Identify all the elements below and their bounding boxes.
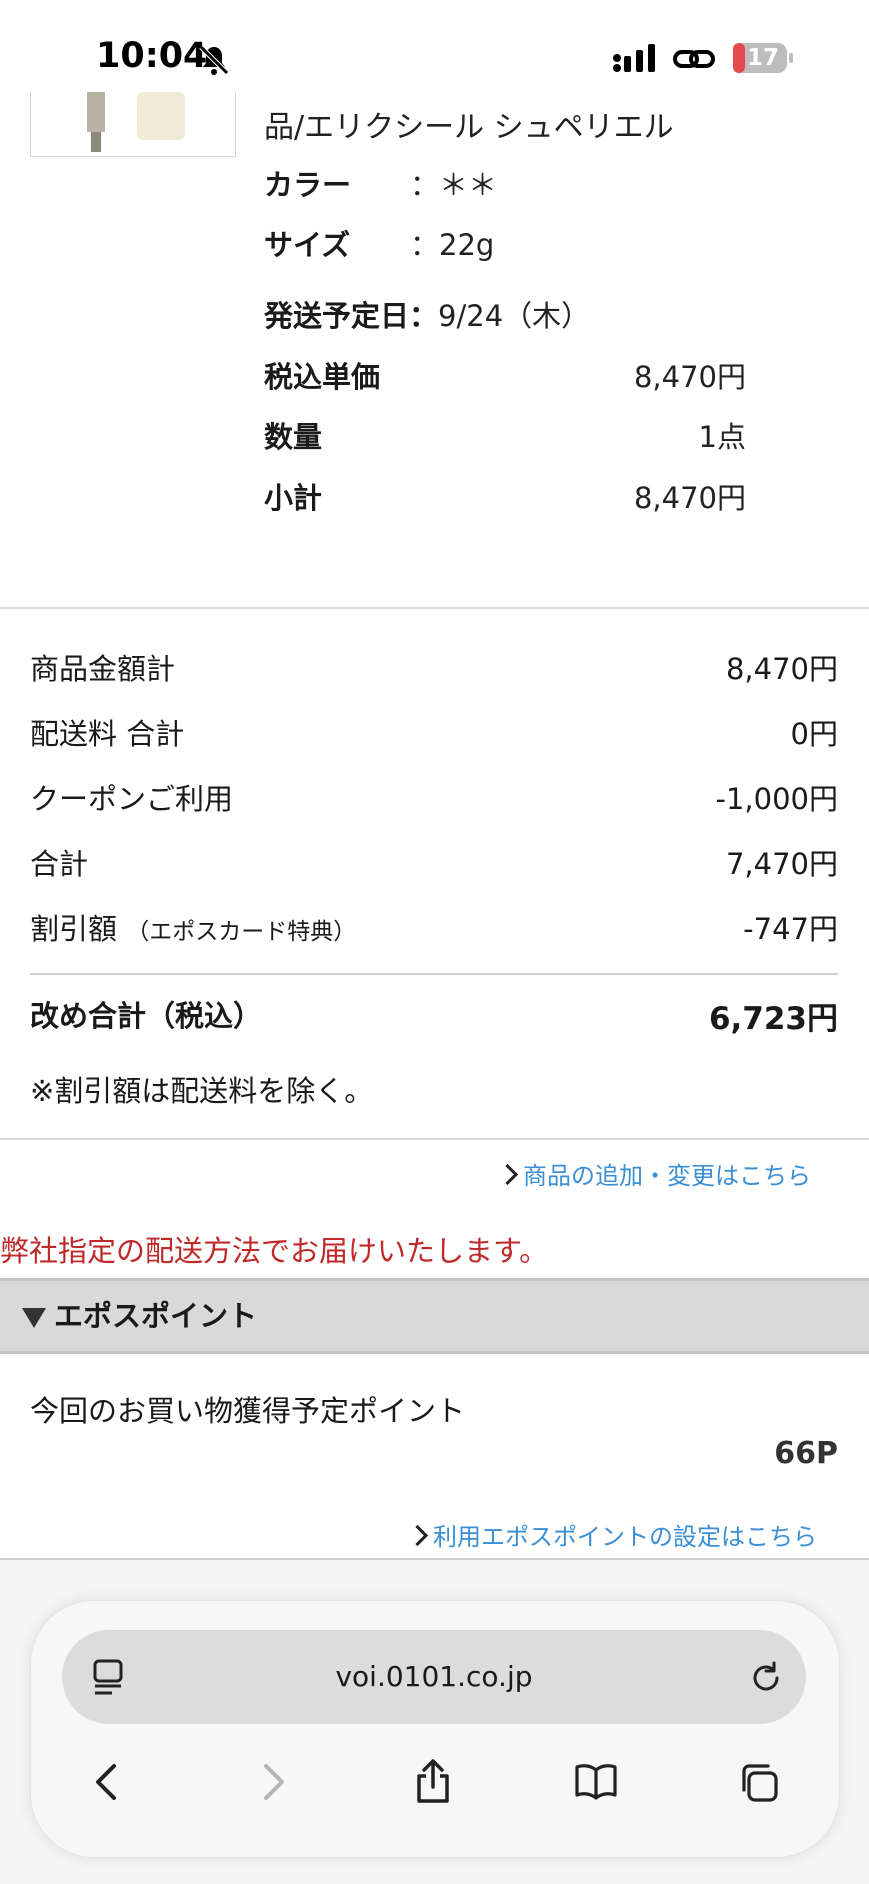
change-items-link[interactable]: 商品の追加・変更はこちら <box>496 1156 811 1191</box>
link-icon <box>673 50 715 68</box>
summary-label: 商品金額計 <box>30 652 176 686</box>
points-setting-link-text[interactable]: 利用エポスポイントの設定はこちら <box>433 1523 817 1551</box>
tabs-icon[interactable] <box>738 1762 780 1804</box>
forward-icon[interactable] <box>260 1762 288 1802</box>
share-icon[interactable] <box>414 1758 452 1804</box>
unit-price-value: 8,470円 <box>633 360 746 394</box>
bell-slash-icon <box>199 45 229 75</box>
unit-price-label: 税込単価 <box>264 360 381 394</box>
summary-value: 7,470円 <box>725 847 838 881</box>
signal-icon <box>613 44 655 72</box>
url-text[interactable]: voi.0101.co.jp <box>62 1630 806 1724</box>
status-time: 10:04 <box>96 36 208 76</box>
chevron-right-icon <box>406 1524 429 1547</box>
total-value: 6,723円 <box>708 1001 838 1037</box>
triangle-down-icon <box>22 1308 46 1328</box>
points-setting-link[interactable]: 利用エポスポイントの設定はこちら <box>406 1517 817 1552</box>
divider <box>0 607 869 609</box>
divider <box>0 1138 869 1140</box>
epos-section-title[interactable]: エポスポイント <box>22 1293 257 1335</box>
chevron-right-icon <box>496 1163 519 1186</box>
ship-date-label: 発送予定日： <box>264 299 439 333</box>
ship-date: 発送予定日：9/24（木） <box>264 293 590 335</box>
quantity-label: 数量 <box>264 420 323 454</box>
shipping-notice: 弊社指定の配送方法でお届けいたします。 <box>0 1234 549 1268</box>
product-name[interactable]: 品/エリクシール シュペリエル <box>264 102 674 146</box>
reload-icon[interactable] <box>748 1660 784 1696</box>
summary-label: クーポンご利用 <box>30 782 234 816</box>
battery-level: 17 <box>746 45 779 71</box>
subtotal-label: 小計 <box>264 481 323 515</box>
quantity-value: 1点 <box>698 420 746 454</box>
summary-label: 合計 <box>30 847 89 881</box>
subtotal-value: 8,470円 <box>633 481 746 515</box>
summary-label: 配送料 合計 <box>30 717 185 751</box>
color-label: カラー <box>264 168 352 202</box>
summary-value: 0円 <box>790 717 838 751</box>
change-items-link-text[interactable]: 商品の追加・変更はこちら <box>523 1162 811 1190</box>
summary-value: -1,000円 <box>715 782 839 816</box>
back-icon[interactable] <box>92 1762 120 1802</box>
discount-row: 割引額 （エポスカード特典） <box>30 906 356 948</box>
size-value: ：22g <box>410 228 495 262</box>
ship-date-value: 9/24（木） <box>438 299 591 333</box>
divider <box>30 973 838 975</box>
summary-value: 8,470円 <box>725 652 838 686</box>
total-label: 改め合計（税込） <box>30 999 263 1033</box>
discount-label: 割引額 <box>30 912 118 946</box>
bookmarks-icon[interactable] <box>574 1762 618 1800</box>
points-earn-label: 今回のお買い物獲得予定ポイント <box>30 1394 466 1428</box>
footnote: ※割引額は配送料を除く。 <box>30 1074 374 1108</box>
epos-title-text: エポスポイント <box>54 1299 258 1333</box>
discount-value: -747円 <box>743 912 838 946</box>
product-thumbnail[interactable] <box>30 92 236 157</box>
color-value: ：＊＊ <box>410 168 498 202</box>
discount-note: （エポスカード特典） <box>126 919 357 945</box>
points-earn-value: 66P <box>774 1436 838 1471</box>
size-label: サイズ <box>264 228 351 262</box>
